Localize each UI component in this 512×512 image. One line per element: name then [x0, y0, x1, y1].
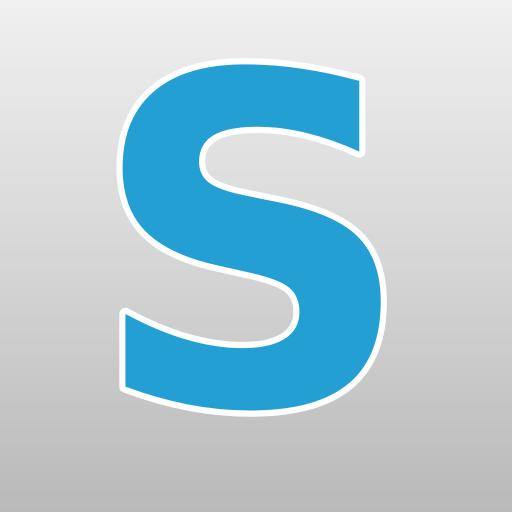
letter-s-logo: S [84, 0, 420, 512]
logo-letter-s: S [90, 0, 413, 512]
app-icon-tile: S [0, 0, 512, 512]
